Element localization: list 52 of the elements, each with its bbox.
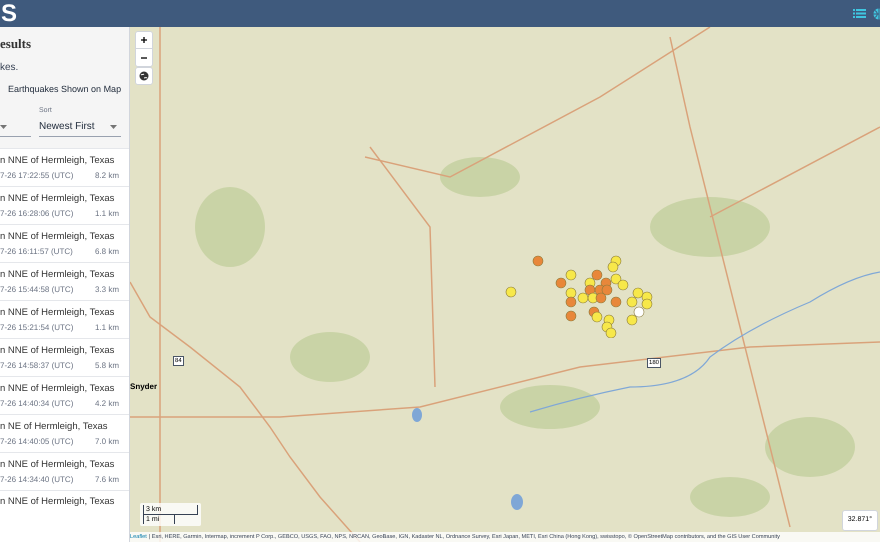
earthquake-list-item[interactable]: n NNE of Hermleigh, Texas 7-26 15:44:58 (UTC) 3.3 km	[0, 263, 129, 301]
map-label: Snyder	[130, 381, 158, 393]
earthquake-time: 7-26 14:40:34 (UTC)	[0, 398, 74, 410]
earthquake-list-item[interactable]: n NNE of Hermleigh, Texas 7-26 17:22:55 (UTC) 8.2 km	[0, 149, 129, 187]
earthquake-list-item[interactable]: n NNE of Hermleigh, Texas 7-26 15:21:54 (UTC) 1.1 km	[0, 301, 129, 339]
earthquake-title: n NNE of Hermleigh, Texas	[0, 154, 114, 166]
earthquake-title: n NNE of Hermleigh, Texas	[0, 268, 114, 280]
caret-icon	[110, 124, 117, 128]
earthquake-list-item[interactable]: n NE of Hermleigh, Texas 7-26 14:40:05 (UTC) 7.0 km	[0, 415, 129, 453]
results-summary: kes.	[0, 61, 20, 75]
earthquake-title: n NNE of Hermleigh, Texas	[0, 382, 114, 394]
earthquake-list-item[interactable]: n NNE of Hermleigh, Texas 7-26 16:11:57 (UTC) 6.8 km	[0, 225, 129, 263]
list-icon[interactable]	[853, 9, 866, 18]
earthquake-time: 7-26 16:11:57 (UTC)	[0, 246, 73, 258]
earthquake-time: 7-26 14:34:40 (UTC)	[0, 474, 74, 486]
earthquake-title: n NNE of Hermleigh, Texas	[0, 306, 114, 318]
earthquake-title: n NNE of Hermleigh, Texas	[0, 192, 114, 204]
earthquake-list-item[interactable]: n NNE of Hermleigh, Texas 7-26 14:34:40 (UTC) 7.6 km	[0, 453, 129, 491]
earthquake-depth: 1.1 km	[94, 208, 119, 220]
earthquake-depth: 1.1 km	[94, 322, 119, 334]
earthquake-depth: 4.2 km	[94, 398, 119, 410]
globe-icon[interactable]	[872, 8, 880, 20]
earthquake-list-item[interactable]: n NNE of Hermleigh, Texas 7-26 14:40:34 (UTC) 4.2 km	[0, 377, 129, 415]
earthquake-title: n NNE of Hermleigh, Texas	[0, 495, 114, 508]
earthquake-time: 7-26 14:40:05 (UTC)	[0, 436, 74, 448]
earthquake-time: 7-26 15:21:54 (UTC)	[0, 322, 74, 334]
map-toggle-label[interactable]: Earthquakes Shown on Map	[8, 83, 122, 95]
sort-dropdown[interactable]: Newest First	[39, 117, 121, 137]
earthquake-title: n NNE of Hermleigh, Texas	[0, 230, 114, 242]
earthquake-time: 7-26 16:28:06 (UTC)	[0, 208, 74, 220]
caret-icon	[0, 124, 7, 128]
earthquake-depth: 5.8 km	[94, 360, 119, 372]
earthquake-title: n NNE of Hermleigh, Texas	[0, 458, 114, 470]
earthquake-depth: 7.0 km	[94, 436, 119, 448]
earthquake-list-item[interactable]: n NNE of Hermleigh, Texas 7-26 16:28:06 (UTC) 1.1 km	[0, 187, 129, 225]
earthquake-list-item[interactable]: n NNE of Hermleigh, Texas 7-26 14:58:37 (UTC) 5.8 km	[0, 339, 129, 377]
zoom-in-button[interactable]: +	[136, 32, 152, 49]
earthquake-list-item[interactable]: n NNE of Hermleigh, Texas	[0, 491, 129, 512]
results-title: esults	[0, 36, 32, 52]
earthquake-time: 7-26 14:58:37 (UTC)	[0, 360, 74, 372]
earthquake-depth: 3.3 km	[94, 284, 119, 296]
earthquake-time: 7-26 15:44:58 (UTC)	[0, 284, 74, 296]
zoom-out-button[interactable]: −	[136, 49, 152, 66]
globe-icon	[139, 71, 149, 81]
earthquake-depth: 8.2 km	[94, 170, 119, 182]
earthquake-depth: 6.8 km	[94, 246, 119, 258]
earthquake-title: n NNE of Hermleigh, Texas	[0, 344, 114, 356]
earthquake-title: n NE of Hermleigh, Texas	[0, 420, 108, 432]
logo-text: S	[1, 2, 18, 26]
basemap-button[interactable]	[135, 67, 153, 85]
earthquake-time: 7-26 17:22:55 (UTC)	[0, 170, 74, 182]
earthquake-depth: 7.6 km	[94, 474, 119, 486]
